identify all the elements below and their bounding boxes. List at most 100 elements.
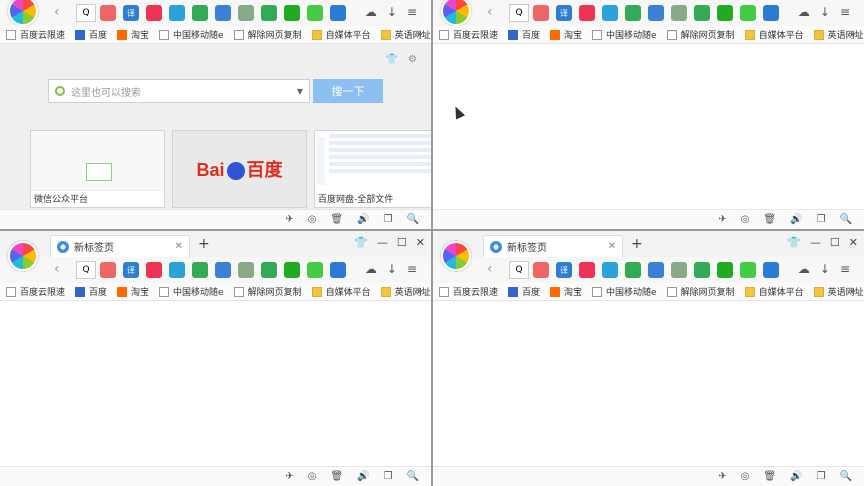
check-icon[interactable] bbox=[261, 262, 277, 278]
bookmark-item[interactable]: 解除网页复制 bbox=[233, 28, 302, 41]
address-bar[interactable]: Q bbox=[76, 261, 96, 279]
minimize-icon[interactable]: — bbox=[377, 236, 388, 249]
bookmark-item[interactable]: 淘宝 bbox=[550, 285, 582, 298]
pin-icon[interactable]: ✈ bbox=[285, 471, 293, 482]
bookmark-item[interactable]: 自媒体平台 bbox=[311, 28, 371, 41]
check-icon[interactable] bbox=[694, 5, 710, 21]
trash-icon[interactable]: 🗑 bbox=[763, 214, 776, 225]
cloud-icon[interactable]: ☁ bbox=[798, 5, 810, 19]
cloud-icon[interactable]: ☁ bbox=[365, 5, 377, 19]
mushroom-icon[interactable] bbox=[307, 5, 323, 21]
download-icon[interactable] bbox=[648, 262, 664, 278]
speed-dial-tile[interactable]: 百度网盘-全部文件 bbox=[314, 130, 431, 208]
calendar-icon[interactable] bbox=[579, 262, 595, 278]
mask-icon[interactable] bbox=[284, 262, 300, 278]
translate-icon[interactable]: 译 bbox=[123, 5, 139, 21]
back-arrow-icon[interactable]: ‹ bbox=[487, 261, 493, 277]
game-icon[interactable] bbox=[671, 262, 687, 278]
bookmark-item[interactable]: 百度 bbox=[75, 285, 107, 298]
speed-icon[interactable]: ◎ bbox=[308, 214, 317, 225]
maximize-icon[interactable]: ☐ bbox=[830, 236, 840, 249]
skin-icon[interactable]: 👕 bbox=[354, 236, 368, 249]
bookmark-item[interactable]: 中国移动随e bbox=[159, 285, 224, 298]
bird-icon[interactable] bbox=[602, 262, 618, 278]
download-arrow-icon[interactable]: ↓ bbox=[820, 5, 830, 19]
browser-logo-icon[interactable] bbox=[441, 0, 471, 26]
close-icon[interactable]: ✕ bbox=[175, 241, 183, 252]
zoom-icon[interactable]: 🔍 bbox=[840, 471, 852, 482]
speed-icon[interactable]: ◎ bbox=[741, 471, 750, 482]
sound-icon[interactable]: 🔊 bbox=[790, 471, 802, 482]
bookmark-item[interactable]: 淘宝 bbox=[117, 285, 149, 298]
zoom-icon[interactable]: 🔍 bbox=[840, 214, 852, 225]
bookmark-item[interactable]: 英语网址 bbox=[380, 28, 431, 41]
shield-icon[interactable] bbox=[625, 262, 641, 278]
bird-icon[interactable] bbox=[602, 5, 618, 21]
new-tab-button[interactable]: + bbox=[198, 236, 210, 252]
shield-icon[interactable] bbox=[192, 5, 208, 21]
download-icon[interactable] bbox=[215, 5, 231, 21]
check-icon[interactable] bbox=[261, 5, 277, 21]
trash-icon[interactable]: 🗑 bbox=[763, 471, 776, 482]
game-icon[interactable] bbox=[671, 5, 687, 21]
close-window-icon[interactable]: ✕ bbox=[849, 236, 858, 249]
cloud-icon[interactable]: ☁ bbox=[365, 262, 377, 276]
mushroom-icon[interactable] bbox=[307, 262, 323, 278]
game-icon[interactable] bbox=[238, 262, 254, 278]
bookmark-item[interactable]: 百度云限速 bbox=[6, 28, 65, 41]
bookmark-item[interactable]: 自媒体平台 bbox=[311, 285, 371, 298]
trash-icon[interactable]: 🗑 bbox=[330, 214, 343, 225]
close-icon[interactable]: ✕ bbox=[608, 241, 616, 252]
window-icon[interactable]: ❐ bbox=[384, 214, 393, 225]
translate-icon[interactable]: 译 bbox=[556, 262, 572, 278]
bookmark-item[interactable]: 英语网址 bbox=[813, 28, 864, 41]
tab-new-tab[interactable]: 新标签页 ✕ bbox=[483, 235, 623, 257]
menu-icon[interactable]: ≡ bbox=[407, 262, 417, 276]
calendar-icon[interactable] bbox=[146, 5, 162, 21]
bookmark-item[interactable]: 自媒体平台 bbox=[744, 285, 804, 298]
mask-icon[interactable] bbox=[284, 5, 300, 21]
bookmark-item[interactable]: 自媒体平台 bbox=[744, 28, 804, 41]
game-icon[interactable] bbox=[238, 5, 254, 21]
download-icon[interactable] bbox=[648, 5, 664, 21]
bookmarks-more-icon[interactable]: » bbox=[417, 29, 423, 40]
chevron-down-icon[interactable]: ▼ bbox=[297, 87, 303, 96]
back-arrow-icon[interactable]: ‹ bbox=[54, 261, 60, 277]
address-bar[interactable]: Q bbox=[76, 4, 96, 22]
window-icon[interactable]: ❐ bbox=[817, 471, 826, 482]
shield-icon[interactable] bbox=[192, 262, 208, 278]
speed-dial-tile[interactable]: 微信公众平台 bbox=[30, 130, 165, 208]
expand-icon[interactable] bbox=[330, 5, 346, 21]
address-bar[interactable]: Q bbox=[509, 4, 529, 22]
menu-icon[interactable]: ≡ bbox=[840, 262, 850, 276]
speed-dial-tile[interactable]: Bai 百度 bbox=[172, 130, 307, 208]
browser-logo-icon[interactable] bbox=[441, 241, 471, 271]
mushroom-icon[interactable] bbox=[740, 5, 756, 21]
minimize-icon[interactable]: — bbox=[810, 236, 821, 249]
bookmarks-more-icon[interactable]: » bbox=[417, 286, 423, 297]
bookmark-item[interactable]: 中国移动随e bbox=[159, 28, 224, 41]
calendar-icon[interactable] bbox=[579, 5, 595, 21]
speed-icon[interactable]: ◎ bbox=[741, 214, 750, 225]
bookmark-item[interactable]: 百度 bbox=[75, 28, 107, 41]
translate-icon[interactable]: 译 bbox=[123, 262, 139, 278]
sound-icon[interactable]: 🔊 bbox=[357, 471, 369, 482]
bookmark-item[interactable]: 百度云限速 bbox=[6, 285, 65, 298]
bookmark-item[interactable]: 英语网址 bbox=[380, 285, 431, 298]
bookmark-item[interactable]: 百度 bbox=[508, 285, 540, 298]
cloud-icon[interactable]: ☁ bbox=[798, 262, 810, 276]
bookmark-item[interactable]: 解除网页复制 bbox=[666, 285, 735, 298]
bookmark-item[interactable]: 淘宝 bbox=[550, 28, 582, 41]
bookmarks-more-icon[interactable]: » bbox=[850, 286, 856, 297]
mushroom-icon[interactable] bbox=[740, 262, 756, 278]
maximize-icon[interactable]: ☐ bbox=[397, 236, 407, 249]
window-icon[interactable]: ❐ bbox=[817, 214, 826, 225]
close-window-icon[interactable]: ✕ bbox=[416, 236, 425, 249]
app-icon[interactable] bbox=[100, 262, 116, 278]
download-arrow-icon[interactable]: ↓ bbox=[387, 262, 397, 276]
new-tab-button[interactable]: + bbox=[631, 236, 643, 252]
menu-icon[interactable]: ≡ bbox=[407, 5, 417, 19]
translate-icon[interactable]: 译 bbox=[556, 5, 572, 21]
skin-icon[interactable]: 👕 bbox=[386, 54, 398, 65]
zoom-icon[interactable]: 🔍 bbox=[407, 214, 419, 225]
